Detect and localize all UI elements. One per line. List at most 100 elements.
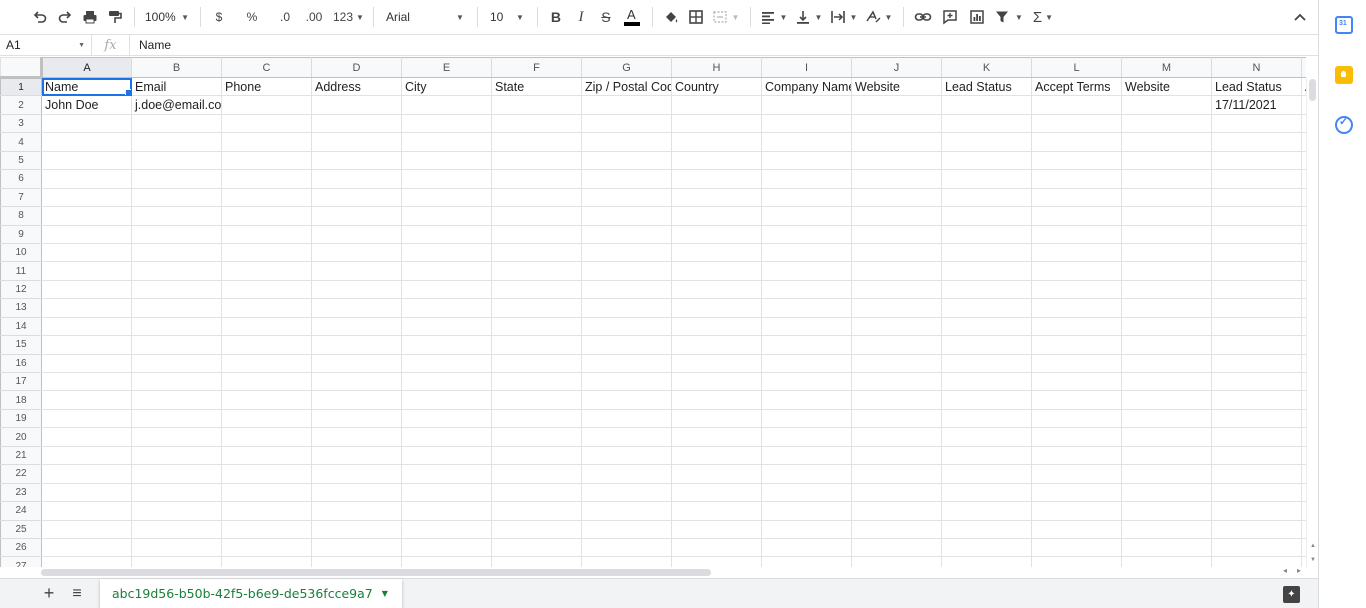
row-header[interactable]: 18 (0, 390, 42, 410)
cell-e9[interactable] (401, 224, 492, 244)
cell-m20[interactable] (1121, 427, 1212, 447)
cell-h24[interactable] (671, 501, 762, 521)
cell-g20[interactable] (581, 427, 672, 447)
insert-chart-icon[interactable] (964, 3, 990, 31)
cell-j2[interactable] (851, 95, 942, 115)
cell-j11[interactable] (851, 261, 942, 281)
cell-k17[interactable] (941, 371, 1032, 392)
cell-n12[interactable] (1211, 279, 1302, 300)
column-header-l[interactable]: L (1031, 57, 1122, 78)
cell-j3[interactable] (851, 113, 942, 134)
cell-b6[interactable] (131, 169, 222, 189)
cell-f19[interactable] (491, 408, 582, 429)
cell-h3[interactable] (671, 113, 762, 134)
cell-d23[interactable] (311, 482, 402, 503)
cell-c4[interactable] (221, 132, 312, 152)
cell-e8[interactable] (401, 206, 492, 226)
cell-e13[interactable] (401, 298, 492, 318)
cell-e7[interactable] (401, 187, 492, 208)
cell-g2[interactable] (581, 95, 672, 115)
cell-c16[interactable] (221, 353, 312, 374)
cell-e21[interactable] (401, 445, 492, 466)
cell-m11[interactable] (1121, 261, 1212, 281)
cell-a10[interactable] (41, 242, 132, 263)
cell-d1[interactable]: Address (311, 76, 402, 97)
cell-k7[interactable] (941, 187, 1032, 208)
cell-f22[interactable] (491, 464, 582, 484)
cell-n18[interactable] (1211, 390, 1302, 410)
cell-n4[interactable] (1211, 132, 1302, 152)
column-header-j[interactable]: J (851, 57, 942, 78)
cell-k15[interactable] (941, 335, 1032, 355)
cell-c18[interactable] (221, 390, 312, 410)
cell-k6[interactable] (941, 169, 1032, 189)
cell-c1[interactable]: Phone (221, 76, 312, 97)
cell-b16[interactable] (131, 353, 222, 374)
cell-d17[interactable] (311, 371, 402, 392)
cell-n6[interactable] (1211, 169, 1302, 189)
cell-e18[interactable] (401, 390, 492, 410)
cell-b15[interactable] (131, 335, 222, 355)
row-header[interactable]: 10 (0, 242, 42, 263)
cell-d3[interactable] (311, 113, 402, 134)
cell-a7[interactable] (41, 187, 132, 208)
more-formats-button[interactable]: 123 ▼ (331, 3, 366, 31)
cell-g23[interactable] (581, 482, 672, 503)
cell-j22[interactable] (851, 464, 942, 484)
cell-c25[interactable] (221, 519, 312, 539)
cell-m22[interactable] (1121, 464, 1212, 484)
cell-h18[interactable] (671, 390, 762, 410)
column-header-d[interactable]: D (311, 57, 402, 78)
cell-j4[interactable] (851, 132, 942, 152)
cell-i21[interactable] (761, 445, 852, 466)
cell-n26[interactable] (1211, 537, 1302, 558)
cell-g11[interactable] (581, 261, 672, 281)
cell-g10[interactable] (581, 242, 672, 263)
cell-h14[interactable] (671, 316, 762, 337)
all-sheets-button[interactable]: ≡ (63, 580, 91, 608)
cell-f24[interactable] (491, 501, 582, 521)
cell-c13[interactable] (221, 298, 312, 318)
cell-m23[interactable] (1121, 482, 1212, 503)
cell-f8[interactable] (491, 206, 582, 226)
horizontal-scrollbar[interactable]: ◂ ▸ (41, 566, 1306, 577)
cell-d18[interactable] (311, 390, 402, 410)
cell-l17[interactable] (1031, 371, 1122, 392)
cell-f1[interactable]: State (491, 76, 582, 97)
cell-l8[interactable] (1031, 206, 1122, 226)
row-header[interactable]: 13 (0, 298, 42, 318)
cell-e15[interactable] (401, 335, 492, 355)
cell-n11[interactable] (1211, 261, 1302, 281)
row-header[interactable]: 21 (0, 445, 42, 466)
cell-i1[interactable]: Company Name (761, 76, 852, 97)
scroll-left-icon[interactable]: ◂ (1283, 566, 1287, 575)
cell-i23[interactable] (761, 482, 852, 503)
cell-i4[interactable] (761, 132, 852, 152)
cell-h5[interactable] (671, 150, 762, 171)
cell-j24[interactable] (851, 501, 942, 521)
cell-n2[interactable]: 17/11/2021 (1211, 95, 1302, 115)
row-header[interactable]: 19 (0, 408, 42, 429)
cell-g21[interactable] (581, 445, 672, 466)
cell-n17[interactable] (1211, 371, 1302, 392)
cell-j25[interactable] (851, 519, 942, 539)
cell-e20[interactable] (401, 427, 492, 447)
text-rotation-icon[interactable]: ▼ (862, 3, 896, 31)
cell-c2[interactable] (221, 95, 312, 115)
cell-a5[interactable] (41, 150, 132, 171)
cell-b25[interactable] (131, 519, 222, 539)
cell-g1[interactable]: Zip / Postal Code (581, 76, 672, 97)
cell-n22[interactable] (1211, 464, 1302, 484)
cell-f2[interactable] (491, 95, 582, 115)
row-header[interactable]: 24 (0, 501, 42, 521)
cell-l25[interactable] (1031, 519, 1122, 539)
cell-b20[interactable] (131, 427, 222, 447)
cell-l2[interactable] (1031, 95, 1122, 115)
fill-color-icon[interactable] (659, 3, 683, 31)
cell-k2[interactable] (941, 95, 1032, 115)
cell-j12[interactable] (851, 279, 942, 300)
cell-j10[interactable] (851, 242, 942, 263)
cell-g19[interactable] (581, 408, 672, 429)
cell-n15[interactable] (1211, 335, 1302, 355)
cell-a13[interactable] (41, 298, 132, 318)
